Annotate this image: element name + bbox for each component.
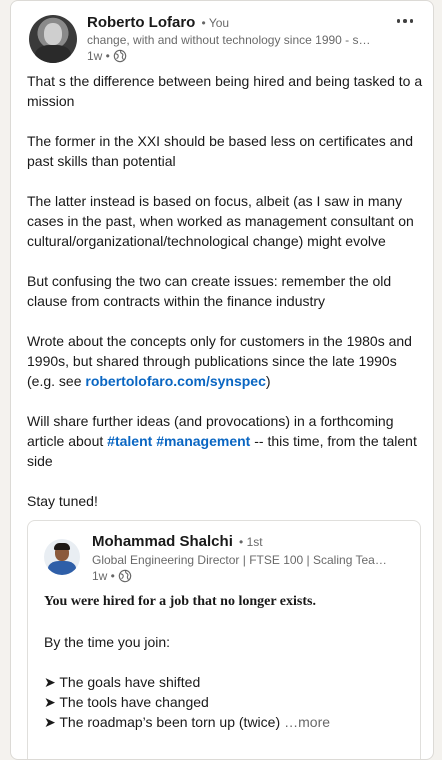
reshare-bullet-last: ➤ The roadmap’s been torn up (twice) …mor… bbox=[44, 714, 331, 730]
author-badge: • You bbox=[201, 16, 230, 30]
more-options-button[interactable] bbox=[393, 11, 417, 31]
post-paragraph-with-hashtags: Will share further ideas (and provocatio… bbox=[27, 413, 417, 469]
reshare-meta: 1w • bbox=[92, 569, 132, 583]
reshare-bullet: ➤ The goals have shifted bbox=[44, 674, 201, 690]
post-paragraph: That s the difference between being hire… bbox=[27, 73, 423, 109]
post-meta: 1w • bbox=[87, 49, 127, 63]
reshare-time: 1w • bbox=[92, 569, 115, 583]
connection-degree-badge: • 1st bbox=[239, 535, 263, 549]
post-paragraph: The latter instead is based on focus, al… bbox=[27, 193, 414, 249]
see-more-button[interactable]: …more bbox=[284, 714, 330, 730]
author-name-row[interactable]: Roberto Lofaro • You bbox=[87, 14, 229, 31]
hashtag-management[interactable]: #management bbox=[156, 433, 250, 449]
author-headline: change, with and without technology sinc… bbox=[87, 33, 371, 47]
post-paragraph: But confusing the two can create issues:… bbox=[27, 273, 392, 309]
reshare-author-headline: Global Engineering Director | FTSE 100 |… bbox=[92, 553, 392, 567]
reshare-body: You were hired for a job that no longer … bbox=[44, 592, 404, 732]
reshare-line: By the time you join: bbox=[44, 634, 171, 650]
post-paragraph-with-link: Wrote about the concepts only for custom… bbox=[27, 333, 412, 389]
author-name[interactable]: Roberto Lofaro bbox=[87, 14, 195, 31]
reshare-bullet: ➤ The tools have changed bbox=[44, 694, 209, 710]
external-link[interactable]: robertolofaro.com/synspec bbox=[85, 373, 266, 389]
more-horizontal-icon bbox=[396, 19, 401, 23]
post-body: That s the difference between being hire… bbox=[27, 71, 423, 531]
reshare-author-avatar[interactable] bbox=[44, 539, 80, 575]
globe-icon bbox=[113, 49, 127, 63]
post-time: 1w • bbox=[87, 49, 110, 63]
globe-icon bbox=[118, 569, 132, 583]
author-avatar[interactable] bbox=[29, 15, 77, 63]
post-closing: Stay tuned! bbox=[27, 493, 98, 509]
post-card: Roberto Lofaro • You change, with and wi… bbox=[10, 0, 434, 760]
reshare-author-name-row[interactable]: Mohammad Shalchi • 1st bbox=[92, 533, 263, 550]
post-paragraph: The former in the XXI should be based le… bbox=[27, 133, 413, 169]
reshared-post[interactable]: Mohammad Shalchi • 1st Global Engineerin… bbox=[27, 520, 421, 759]
reshare-headline-text: You were hired for a job that no longer … bbox=[44, 594, 316, 609]
reshare-author-name[interactable]: Mohammad Shalchi bbox=[92, 533, 233, 550]
hashtag-talent[interactable]: #talent bbox=[107, 433, 152, 449]
